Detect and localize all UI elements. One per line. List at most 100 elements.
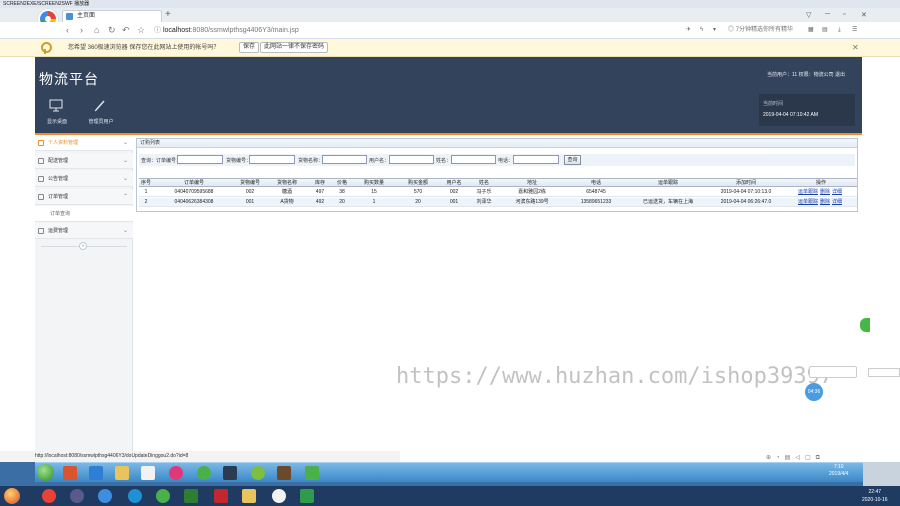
never-save-button[interactable]: 此网站一律不保存密码 [260,42,329,53]
table-row: 2 04040626384308 001 A货物 492 20 1 20 001… [139,198,857,207]
undo-icon[interactable]: ↶ [122,25,130,35]
cell-actions: 运单跟踪 删除 详细 [785,198,857,207]
menu-icon[interactable]: ☰ [852,25,857,36]
sidebar-item-delivery[interactable]: 配送管理 ⌄ [35,153,133,169]
start-button-icon[interactable] [37,464,54,481]
track-link[interactable]: 运单跟踪 [798,199,818,205]
status-bar-url: http://localhost:8080/ssmwlpthsg4406Y3/d… [0,451,400,462]
clipboard-icon[interactable]: ▤ [822,25,828,36]
sidebar-collapse-icon[interactable]: « [79,242,87,250]
detail-link[interactable]: 详细 [832,199,842,205]
maximize-icon[interactable]: ▫ [843,11,845,18]
apps-icon[interactable]: ▦ [808,25,814,36]
order-no-input[interactable] [177,155,223,164]
app-icon[interactable] [63,466,77,480]
minimize-icon[interactable]: ─ [825,11,830,18]
cell-order-no: 04040709595688 [174,189,214,195]
sidebar-item-freight[interactable]: 运费管理 ⌄ [35,223,133,239]
floating-assistant-icon[interactable] [860,318,870,332]
tab-main[interactable]: 主页面 [62,10,162,22]
favorite-star-icon[interactable]: ☆ [137,25,145,35]
delete-link[interactable]: 删除 [820,199,830,205]
inner-clock-time: 7:10 [833,464,844,470]
cell-index: 1 [144,189,148,195]
sidebar-item-label: 配送管理 [48,158,69,164]
sidebar-item-label: 订单管理 [48,194,69,200]
sidebar-item-profile[interactable]: 个人资料管理 ⌄ [35,135,133,151]
phone-input[interactable] [513,155,559,164]
browser-toolbar: ‹ › ⌂ ↻ ↶ ☆ ⓘ localhost:8080/ssmwlpthsg4… [0,22,900,39]
app-page: 物流平台 当前用户：11 权限：物流公司 退出 显示桌面 管理员用户 当前时间 … [35,57,862,462]
monitor-app-icon[interactable] [223,466,237,480]
sidebar-item-label: 公告管理 [48,176,69,182]
sidebar-subitem-order-query[interactable]: 订单查询 [35,206,133,222]
cell-quantity: 15 [371,189,377,195]
outer-clock: 22:47 2020-10-16 [862,488,888,504]
shield-icon[interactable]: ▽ [806,11,811,19]
inner-clock: 7:10 2019/4/4 [829,464,848,478]
monitor-icon [49,99,63,112]
dropdown-icon[interactable]: ▾ [713,25,716,36]
player-icon[interactable] [300,489,314,503]
goods-no-input[interactable] [249,155,295,164]
address-bar[interactable]: ⓘ localhost:8080/ssmwlpthsg4406Y3/main.j… [154,24,694,37]
app-icon[interactable] [98,489,112,503]
game-icon[interactable] [277,466,291,480]
ie-icon[interactable] [89,466,103,480]
search-button[interactable]: 查询 [564,155,581,165]
search-app-icon[interactable] [128,489,142,503]
folder-icon[interactable] [115,466,129,480]
forward-icon[interactable]: › [80,25,83,35]
app-icon[interactable] [156,489,170,503]
close-icon[interactable]: ✕ [861,11,867,19]
new-tab-button[interactable]: + [165,9,171,21]
goods-name-input[interactable] [322,155,367,164]
eclipse-icon[interactable] [251,466,265,480]
track-link[interactable]: 运单跟踪 [798,189,818,195]
browser-icon[interactable] [169,466,183,480]
reload-icon[interactable]: ↻ [108,25,116,35]
outer-start-button-icon[interactable] [4,488,20,504]
cell-goods-name: 糖酒 [281,189,292,195]
user-info[interactable]: 当前用户：11 权限：物流公司 退出 [767,71,845,78]
app-icon[interactable] [184,489,198,503]
user-input[interactable] [389,155,434,164]
floating-timer-badge[interactable]: 04:36 [805,383,823,401]
browser-bottom-icons[interactable]: ⊕ ◔ ▤ ◁ ▢ ⧉ [766,454,820,462]
delete-link[interactable]: 删除 [820,189,830,195]
col-header: 地址 [526,180,537,186]
chrome-icon[interactable] [42,489,56,503]
search-suggestion[interactable]: ◎ 7分钟精选你所有精华 [728,25,793,36]
sidebar-item-label: 个人资料管理 [48,140,79,146]
tab-title: 主页面 [77,13,96,19]
player-title: SCREEN2EXE/SCREEN2SWF 播放器 [3,1,90,7]
home-icon[interactable]: ⌂ [94,25,99,35]
cell-index: 2 [144,199,148,205]
save-password-button[interactable]: 保存 [239,42,260,53]
cell-stock: 497 [315,189,325,195]
star-app-icon[interactable] [305,466,319,480]
app-icon[interactable] [70,489,84,503]
sidebar-item-notice[interactable]: 公告管理 ⌄ [35,171,133,187]
player-controls[interactable] [863,462,900,486]
download-icon[interactable]: ⤓ [838,25,841,36]
qq-icon[interactable] [272,489,286,503]
bolt-icon[interactable]: ϟ [700,25,703,36]
refresh-app-icon[interactable] [197,466,211,480]
floating-toolbar-secondary[interactable] [868,368,900,377]
sidebar-item-orders[interactable]: 订单管理 ⌃ [35,189,133,205]
back-icon[interactable]: ‹ [66,25,69,35]
share-icon[interactable]: ✈ [686,25,691,36]
detail-link[interactable]: 详细 [832,189,842,195]
infobar-close-icon[interactable]: ✕ [852,43,859,52]
floating-toolbar[interactable] [809,366,857,378]
cell-address: 河滨东路139号 [515,199,549,205]
admin-user-button[interactable]: 管理员用户 [79,97,123,131]
folder-icon[interactable] [242,489,256,503]
show-desktop-label: 显示桌面 [46,119,67,125]
name-input[interactable] [451,155,496,164]
flash-icon[interactable] [214,489,228,503]
chevron-down-icon: ⌄ [122,176,128,182]
media-icon[interactable] [141,466,155,480]
show-desktop-button[interactable]: 显示桌面 [35,97,79,131]
